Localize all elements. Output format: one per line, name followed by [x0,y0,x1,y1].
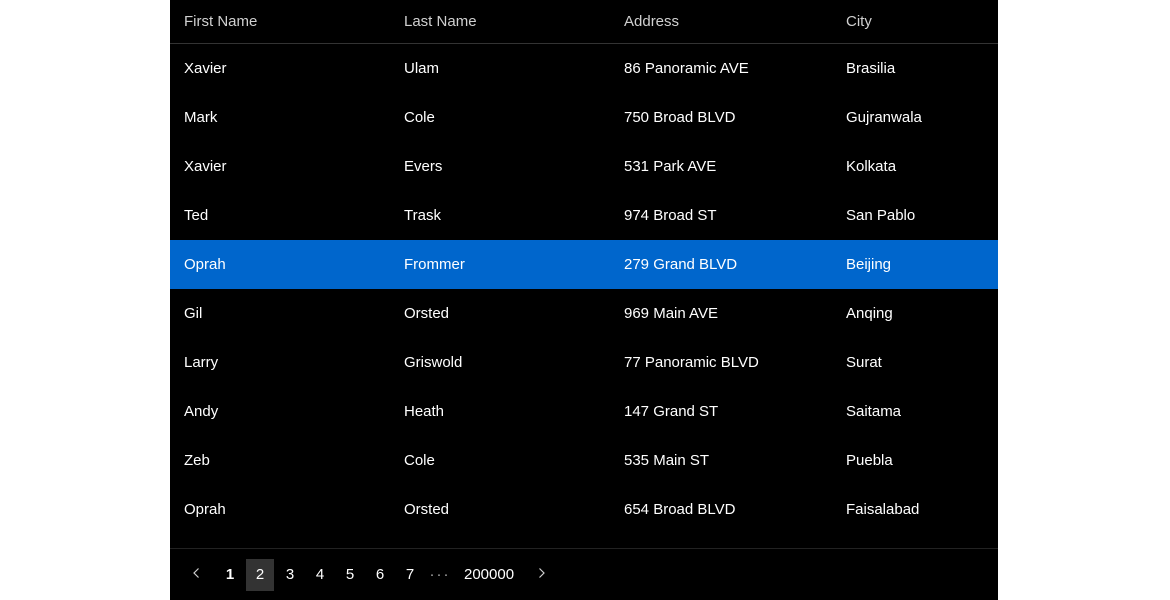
cell-address: 974 Broad ST [610,207,832,224]
table-row[interactable]: ZebCole535 Main STPuebla [170,436,998,485]
cell-city: San Pablo [832,207,998,224]
cell-last-name: Orsted [390,501,610,518]
pager-last-page-button[interactable]: 200000 [456,559,522,591]
pager-page-button[interactable]: 5 [336,559,364,591]
column-header-address[interactable]: Address [610,13,832,30]
table-row[interactable]: LarryGriswold77 Panoramic BLVDSurat [170,338,998,387]
cell-city: Anqing [832,305,998,322]
cell-first-name: Ted [170,207,390,224]
pager-page-button[interactable]: 1 [216,559,244,591]
table-row[interactable]: GilOrsted969 Main AVEAnqing [170,289,998,338]
cell-city: Kolkata [832,158,998,175]
pager-page-button[interactable]: 6 [366,559,394,591]
cell-first-name: Oprah [170,501,390,518]
cell-city: Puebla [832,452,998,469]
table-row[interactable]: TedTrask974 Broad STSan Pablo [170,191,998,240]
pager-page-button[interactable]: 7 [396,559,424,591]
cell-last-name: Trask [390,207,610,224]
column-header-first-name[interactable]: First Name [170,13,390,30]
cell-address: 654 Broad BLVD [610,501,832,518]
pager-page-button[interactable]: 4 [306,559,334,591]
cell-first-name: Gil [170,305,390,322]
cell-city: Brasilia [832,60,998,77]
cell-city: Gujranwala [832,109,998,126]
table-body: XavierUlam86 Panoramic AVEBrasiliaMarkCo… [170,44,998,534]
cell-address: 750 Broad BLVD [610,109,832,126]
cell-first-name: Zeb [170,452,390,469]
table-row[interactable]: OprahOrsted654 Broad BLVDFaisalabad [170,485,998,534]
cell-address: 535 Main ST [610,452,832,469]
cell-last-name: Griswold [390,354,610,371]
cell-city: Faisalabad [832,501,998,518]
pager-pages: 1234567 [216,559,424,591]
cell-last-name: Evers [390,158,610,175]
data-grid: First Name Last Name Address City Xavier… [170,0,998,600]
chevron-left-icon [191,566,203,583]
cell-address: 279 Grand BLVD [610,256,832,273]
table-row[interactable]: MarkCole750 Broad BLVDGujranwala [170,93,998,142]
cell-city: Surat [832,354,998,371]
cell-address: 969 Main AVE [610,305,832,322]
table-row[interactable]: XavierUlam86 Panoramic AVEBrasilia [170,44,998,93]
chevron-right-icon [535,566,547,583]
cell-first-name: Mark [170,109,390,126]
column-header-city[interactable]: City [832,13,998,30]
pager-ellipsis: ··· [426,566,454,583]
cell-city: Beijing [832,256,998,273]
cell-last-name: Cole [390,452,610,469]
header-row: First Name Last Name Address City [170,0,998,44]
cell-address: 77 Panoramic BLVD [610,354,832,371]
table: First Name Last Name Address City Xavier… [170,0,998,548]
cell-last-name: Heath [390,403,610,420]
column-header-last-name[interactable]: Last Name [390,13,610,30]
cell-address: 147 Grand ST [610,403,832,420]
cell-address: 531 Park AVE [610,158,832,175]
cell-first-name: Xavier [170,60,390,77]
pager-prev-button[interactable] [180,559,214,591]
pager-page-button[interactable]: 2 [246,559,274,591]
table-row[interactable]: OprahFrommer279 Grand BLVDBeijing [170,240,998,289]
pager-next-button[interactable] [524,559,558,591]
cell-city: Saitama [832,403,998,420]
cell-first-name: Xavier [170,158,390,175]
cell-first-name: Larry [170,354,390,371]
cell-last-name: Ulam [390,60,610,77]
pager-page-button[interactable]: 3 [276,559,304,591]
cell-last-name: Cole [390,109,610,126]
cell-address: 86 Panoramic AVE [610,60,832,77]
cell-last-name: Frommer [390,256,610,273]
cell-last-name: Orsted [390,305,610,322]
cell-first-name: Andy [170,403,390,420]
cell-first-name: Oprah [170,256,390,273]
pager: 1234567 ··· 200000 [170,548,998,600]
table-row[interactable]: XavierEvers531 Park AVEKolkata [170,142,998,191]
table-row[interactable]: AndyHeath147 Grand STSaitama [170,387,998,436]
